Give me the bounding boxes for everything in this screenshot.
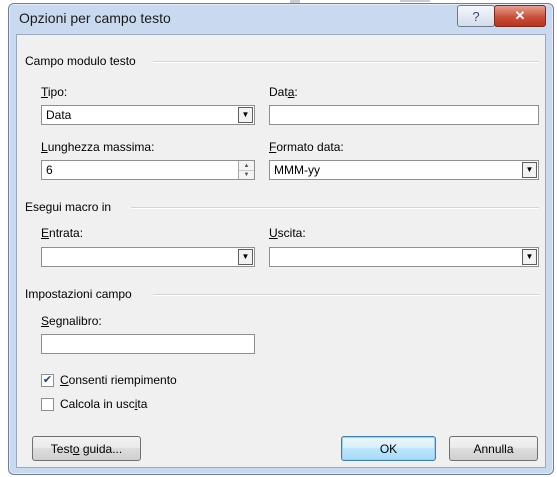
section-heading-macro: Esegui macro in	[25, 200, 112, 214]
fill-in-enabled-checkbox[interactable]: ✔	[41, 374, 54, 387]
bookmark-input[interactable]	[41, 334, 255, 354]
max-length-label: Lunghezza massima:	[41, 140, 155, 154]
calculate-on-exit-checkbox[interactable]	[41, 398, 54, 411]
cancel-button-label: Annulla	[473, 441, 514, 456]
checkmark-icon: ✔	[42, 374, 53, 386]
date-format-value: MMM-yy	[274, 163, 320, 177]
spin-down-icon[interactable]: ▼	[239, 170, 254, 179]
dialog-title: Opzioni per campo testo	[19, 10, 171, 26]
title-bar[interactable]: Opzioni per campo testo ? ✕	[9, 4, 553, 32]
separator	[153, 61, 539, 63]
separator	[153, 294, 539, 296]
close-button[interactable]: ✕	[494, 5, 546, 27]
date-label: Data:	[269, 85, 298, 99]
type-label: Tipo:	[41, 85, 68, 99]
section-heading-text-field: Campo modulo testo	[25, 54, 136, 68]
help-button[interactable]: ?	[457, 5, 495, 27]
max-length-label-accesskey: L	[41, 140, 48, 154]
dialog-body: Campo modulo testo Tipo: Data ▼ Data: Lu…	[16, 34, 546, 468]
entry-macro-dropdown[interactable]: ▼	[41, 247, 255, 267]
type-label-accesskey: T	[41, 85, 48, 99]
section-heading-field-settings: Impostazioni campo	[25, 287, 132, 301]
ok-button-label: OK	[379, 441, 398, 456]
entry-macro-label: Entrata:	[41, 226, 84, 240]
help-text-button-accesskey: o	[72, 441, 80, 456]
max-length-stepper[interactable]: 6 ▲ ▼	[41, 160, 255, 180]
date-label-accesskey: a	[287, 85, 295, 99]
calculate-on-exit-label-accesskey: i	[134, 397, 138, 411]
bookmark-label: Segnalibro:	[41, 314, 102, 328]
help-text-button-label: Testo guida...	[50, 441, 123, 456]
close-icon: ✕	[514, 8, 526, 23]
date-format-combo[interactable]: MMM-yy ▼	[269, 160, 539, 180]
date-format-label: Formato data:	[269, 140, 344, 154]
default-date-input[interactable]	[269, 105, 539, 125]
date-format-label-accesskey: F	[269, 140, 277, 154]
chevron-down-icon[interactable]: ▼	[238, 107, 253, 123]
question-mark-icon: ?	[472, 8, 480, 24]
max-length-value: 6	[46, 163, 53, 177]
type-value: Data	[46, 108, 72, 122]
chevron-down-icon[interactable]: ▼	[522, 249, 537, 265]
exit-macro-dropdown[interactable]: ▼	[269, 247, 539, 267]
exit-macro-label: Uscita:	[269, 226, 306, 240]
chevron-down-icon[interactable]: ▼	[522, 162, 537, 178]
spin-buttons[interactable]: ▲ ▼	[238, 161, 254, 179]
chevron-down-icon[interactable]: ▼	[238, 249, 253, 265]
entry-macro-label-accesskey: E	[41, 226, 50, 240]
bookmark-label-accesskey: S	[41, 314, 50, 328]
dialog-window: Opzioni per campo testo ? ✕ Campo modulo…	[8, 3, 554, 475]
type-dropdown[interactable]: Data ▼	[41, 105, 255, 125]
fill-in-enabled-label[interactable]: Consenti riempimento	[60, 373, 177, 387]
separator	[131, 207, 539, 209]
help-text-button[interactable]: Testo guida...	[32, 436, 141, 461]
cancel-button[interactable]: Annulla	[449, 436, 538, 461]
exit-macro-label-accesskey: U	[269, 226, 278, 240]
calculate-on-exit-label[interactable]: Calcola in uscita	[60, 397, 147, 411]
fill-in-enabled-label-accesskey: C	[60, 373, 69, 387]
ok-button[interactable]: OK	[341, 436, 436, 461]
